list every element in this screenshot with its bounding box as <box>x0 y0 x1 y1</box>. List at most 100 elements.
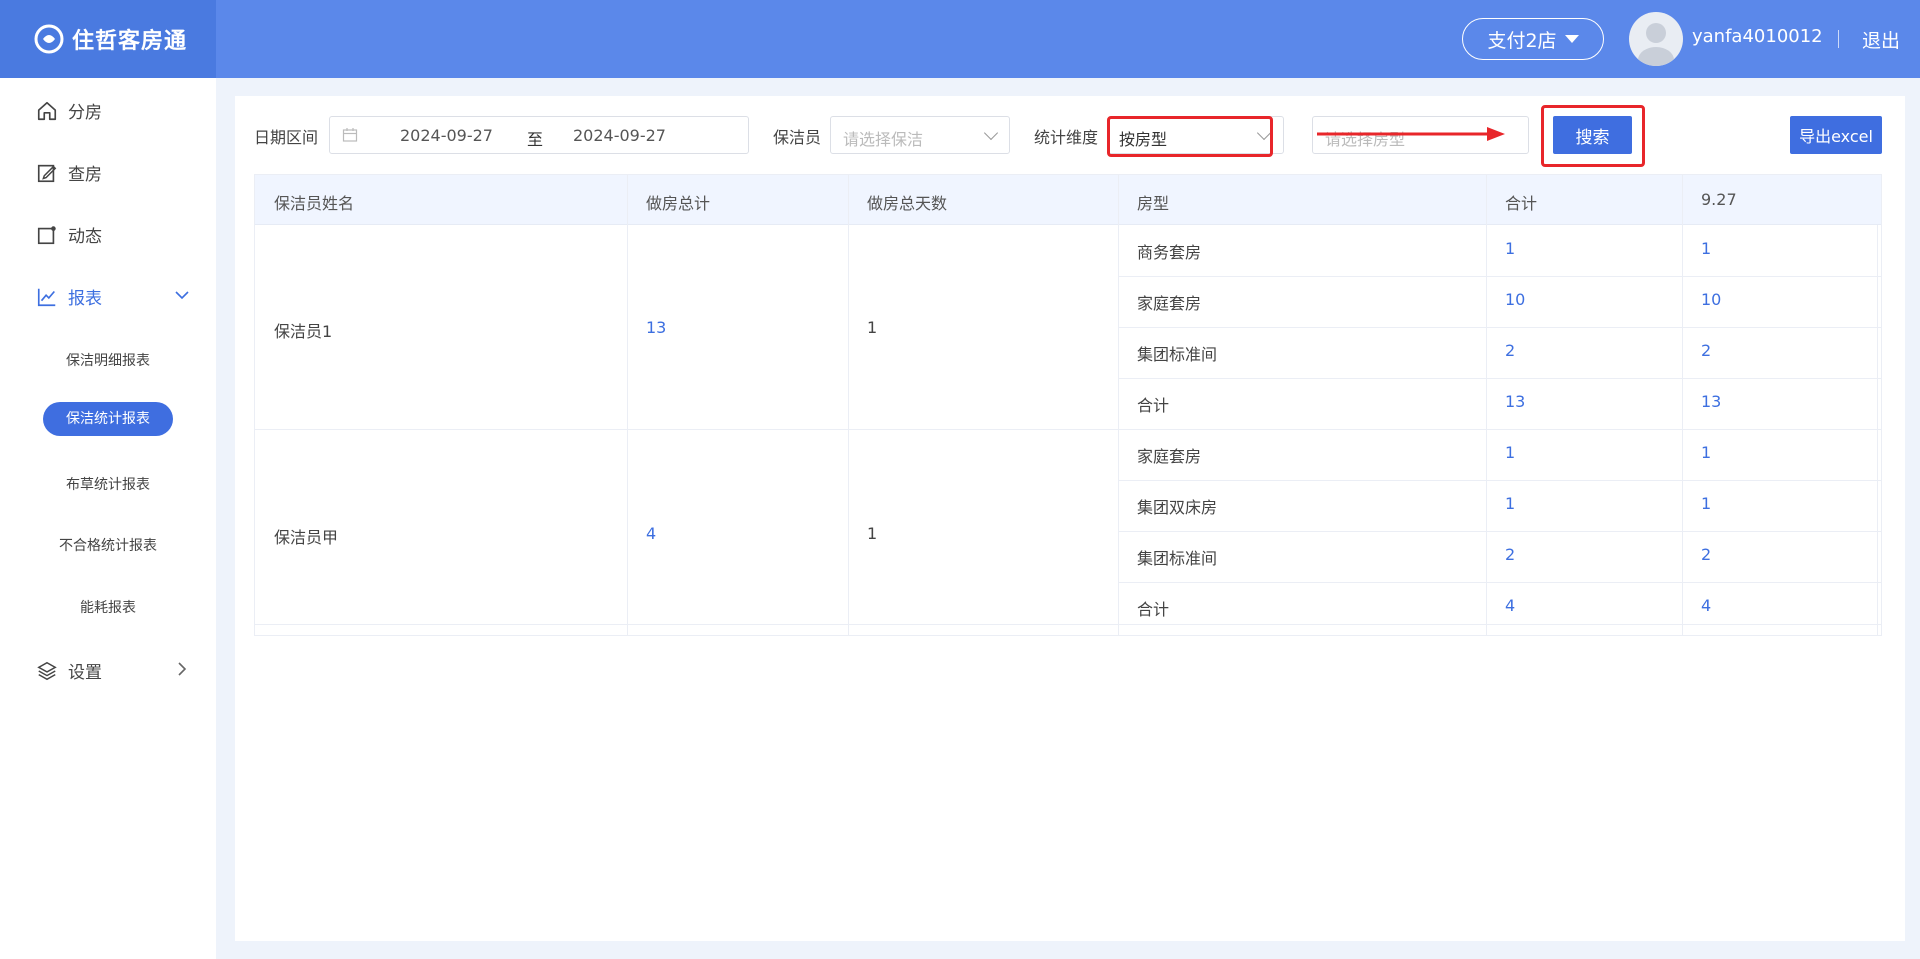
room-type: 集团标准间 <box>1137 345 1218 364</box>
column-divider <box>1877 225 1878 635</box>
cleaner-placeholder: 请选择保洁 <box>843 130 924 149</box>
room-sum[interactable]: 1 <box>1505 443 1515 462</box>
total-days: 1 <box>867 318 878 337</box>
store-selector[interactable]: 支付2店 <box>1462 18 1604 60</box>
room-day-value[interactable]: 2 <box>1701 341 1711 360</box>
col-header-total-rooms[interactable]: 做房总计 <box>646 190 710 214</box>
logout-link[interactable]: 退出 <box>1862 26 1900 53</box>
avatar[interactable] <box>1629 12 1683 66</box>
logo-text: 住哲客房通 <box>72 29 188 54</box>
stats-table: 保洁员姓名 做房总计 做房总天数 房型 合计 9.27 保洁员1 13 1 商务… <box>254 174 1882 636</box>
date-range-picker[interactable]: 2024-09-27 至 2024-09-27 <box>329 116 749 154</box>
sidebar-sub-unqualified-stats[interactable]: 不合格统计报表 <box>0 535 216 555</box>
room-sum[interactable]: 1 <box>1505 239 1515 258</box>
sidebar-item-label: 动态 <box>68 227 102 247</box>
col-header-total-days[interactable]: 做房总天数 <box>867 190 947 214</box>
sidebar-item-activity[interactable]: 动态 <box>36 222 102 247</box>
room-sum[interactable]: 10 <box>1505 290 1525 309</box>
column-divider <box>627 175 628 635</box>
sidebar-item-label: 查房 <box>68 165 102 185</box>
header-divider <box>1838 30 1839 48</box>
chevron-right-icon[interactable] <box>174 661 190 677</box>
col-header-sum[interactable]: 合计 <box>1505 190 1537 214</box>
room-type: 集团双床房 <box>1137 498 1218 517</box>
report-panel: 日期区间 2024-09-27 至 2024-09-27 保洁员 请选择保洁 统… <box>235 96 1905 941</box>
room-day-value[interactable]: 10 <box>1701 290 1721 309</box>
cleaner-select[interactable]: 请选择保洁 <box>830 116 1010 154</box>
sidebar-item-reports[interactable]: 报表 <box>36 284 102 309</box>
row-divider <box>1118 480 1881 481</box>
home-icon <box>37 101 57 120</box>
room-sum[interactable]: 4 <box>1505 596 1515 615</box>
col-header-date-927[interactable]: 9.27 <box>1701 190 1737 209</box>
username: yanfa4010012 <box>1692 26 1823 47</box>
caret-down-icon <box>1564 35 1579 43</box>
sidebar-item-settings[interactable]: 设置 <box>36 658 102 683</box>
column-divider <box>1486 175 1487 635</box>
row-divider <box>1118 582 1881 583</box>
sidebar-sub-energy-report[interactable]: 能耗报表 <box>0 597 216 617</box>
room-sum[interactable]: 1 <box>1505 494 1515 513</box>
annotation-highlight-search <box>1541 105 1645 167</box>
row-divider <box>1118 327 1881 328</box>
group-divider <box>255 429 1881 430</box>
edit-icon <box>37 164 57 182</box>
sidebar-item-label: 分房 <box>68 103 102 123</box>
calendar-icon <box>342 128 358 142</box>
sidebar-sub-linen-stats[interactable]: 布草统计报表 <box>0 474 216 494</box>
room-sum[interactable]: 13 <box>1505 392 1525 411</box>
user-avatar-icon <box>1638 23 1674 66</box>
dimension-label: 统计维度 <box>1034 128 1099 147</box>
export-excel-button[interactable]: 导出excel <box>1790 116 1882 154</box>
row-divider <box>1118 276 1881 277</box>
room-day-value[interactable]: 1 <box>1701 239 1711 258</box>
logo[interactable]: 住哲客房通 <box>0 0 216 78</box>
table-header: 保洁员姓名 做房总计 做房总天数 房型 合计 9.27 <box>255 175 1881 225</box>
row-divider <box>1118 531 1881 532</box>
total-rooms[interactable]: 4 <box>646 524 656 543</box>
room-sum[interactable]: 2 <box>1505 545 1515 564</box>
cleaner-name: 保洁员甲 <box>274 528 339 547</box>
sidebar-item-label: 设置 <box>68 663 102 683</box>
table-scroll-edge <box>255 624 1881 625</box>
room-day-value[interactable]: 1 <box>1701 443 1711 462</box>
chevron-down-icon <box>983 125 999 141</box>
sidebar: 分房 查房 动态 报表 保洁明细报表 保洁统计报表 布草统计报表 不合格统计报表… <box>0 78 216 959</box>
column-divider <box>1682 175 1683 635</box>
room-day-value[interactable]: 1 <box>1701 494 1711 513</box>
column-divider <box>848 175 849 635</box>
row-divider <box>1118 378 1881 379</box>
room-day-value[interactable]: 13 <box>1701 392 1721 411</box>
room-type: 商务套房 <box>1137 243 1202 262</box>
room-type: 合计 <box>1137 600 1170 619</box>
top-header: 住哲客房通 支付2店 yanfa4010012 退出 <box>0 0 1920 78</box>
col-header-cleaner-name[interactable]: 保洁员姓名 <box>274 190 354 214</box>
logo-icon <box>34 24 64 54</box>
room-type: 合计 <box>1137 396 1170 415</box>
sidebar-sub-cleaning-stats[interactable]: 保洁统计报表 <box>43 402 173 436</box>
store-label: 支付2店 <box>1487 29 1557 52</box>
date-start-value: 2024-09-27 <box>400 126 493 145</box>
cleaner-label: 保洁员 <box>773 128 822 147</box>
total-rooms[interactable]: 13 <box>646 318 666 337</box>
sidebar-item-check-room[interactable]: 查房 <box>36 160 102 185</box>
annotation-arrow-icon <box>1317 127 1505 141</box>
room-day-value[interactable]: 4 <box>1701 596 1711 615</box>
col-header-room-type[interactable]: 房型 <box>1137 190 1169 214</box>
cleaner-name: 保洁员1 <box>274 322 333 341</box>
activity-icon <box>37 225 56 244</box>
room-day-value[interactable]: 2 <box>1701 545 1711 564</box>
date-end-value: 2024-09-27 <box>573 126 666 145</box>
sidebar-item-assign-room[interactable]: 分房 <box>36 98 102 123</box>
room-type: 家庭套房 <box>1137 294 1202 313</box>
layers-icon <box>37 661 57 680</box>
room-type: 集团标准间 <box>1137 549 1218 568</box>
annotation-highlight-dimension <box>1107 116 1273 157</box>
total-days: 1 <box>867 524 878 543</box>
room-type: 家庭套房 <box>1137 447 1202 466</box>
room-sum[interactable]: 2 <box>1505 341 1515 360</box>
sidebar-sub-cleaning-detail[interactable]: 保洁明细报表 <box>0 350 216 370</box>
chevron-down-icon[interactable] <box>174 287 190 303</box>
date-range-label: 日期区间 <box>254 128 319 147</box>
chart-icon <box>37 288 56 306</box>
